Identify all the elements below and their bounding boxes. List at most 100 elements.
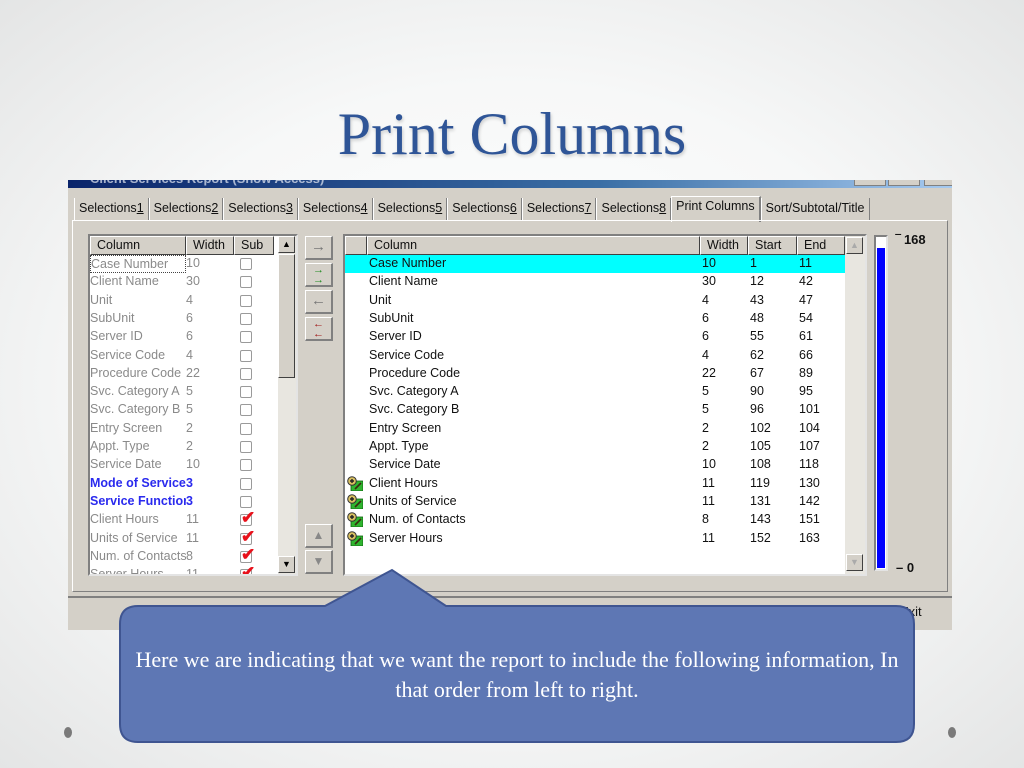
header-start[interactable]: Start (748, 236, 797, 255)
available-column-row[interactable]: Svc. Category B 5 (90, 401, 270, 419)
tab-selections-8[interactable]: Selections8 (596, 198, 672, 220)
subtotal-checkbox[interactable] (240, 477, 252, 490)
print-columns-scrollbar[interactable]: ▲ ▼ (845, 236, 865, 574)
tab-print-columns[interactable]: Print Columns (671, 196, 761, 222)
available-column-row[interactable]: Appt. Type 2 (90, 438, 270, 456)
scroll-down-icon[interactable]: ▼ (278, 556, 295, 573)
sub-cell (240, 292, 270, 310)
remove-column-button[interactable]: ← (305, 290, 333, 314)
column-width: 6 (186, 310, 193, 325)
scroll-up-icon[interactable]: ▲ (846, 237, 863, 254)
tab-sort-subtotal-title[interactable]: Sort/Subtotal/Title (760, 198, 870, 220)
column-width: 11 (702, 475, 715, 490)
print-column-row[interactable]: Units of Service 11 131 142 (345, 493, 845, 511)
available-column-row[interactable]: Server Hours 11 ✔ (90, 566, 270, 574)
subtotal-checkbox[interactable] (240, 404, 252, 417)
subtotal-checkbox[interactable] (240, 294, 252, 307)
tab-selections-5[interactable]: Selections5 (372, 198, 448, 220)
subtotal-checkbox[interactable] (240, 386, 252, 399)
subtotal-checkbox[interactable] (240, 331, 252, 344)
print-column-row[interactable]: Service Code 4 62 66 (345, 347, 845, 365)
available-column-row[interactable]: Service Code 4 (90, 347, 270, 365)
print-column-row[interactable]: Client Name 30 12 42 (345, 273, 845, 291)
print-column-row[interactable]: Server ID 6 55 61 (345, 328, 845, 346)
subtotal-checkbox[interactable]: ✔ (240, 530, 255, 545)
available-column-row[interactable]: SubUnit 6 (90, 310, 270, 328)
header-column[interactable]: Column (367, 236, 700, 255)
print-column-row[interactable]: Client Hours 11 119 130 (345, 475, 845, 493)
print-column-row[interactable]: SubUnit 6 48 54 (345, 310, 845, 328)
subtotal-checkbox[interactable] (240, 459, 252, 472)
available-column-row[interactable]: Case Number 10 (90, 255, 270, 273)
close-button[interactable] (924, 180, 952, 186)
subtotal-checkbox[interactable]: ✔ (240, 548, 255, 563)
gauge-max-label: ‾ 168 (896, 232, 926, 247)
print-column-row[interactable]: Procedure Code 22 67 89 (345, 365, 845, 383)
column-start: 96 (750, 402, 764, 417)
available-column-row[interactable]: Server ID 6 (90, 328, 270, 346)
print-column-row[interactable]: Svc. Category B 5 96 101 (345, 401, 845, 419)
scroll-down-icon[interactable]: ▼ (846, 554, 863, 571)
move-up-button[interactable]: ▲ (305, 524, 333, 548)
print-column-row[interactable]: Appt. Type 2 105 107 (345, 438, 845, 456)
available-column-row[interactable]: Client Hours 11 ✔ (90, 511, 270, 529)
sub-cell: ✔ (240, 511, 270, 529)
move-down-button[interactable]: ▼ (305, 550, 333, 574)
print-column-row[interactable]: Case Number 10 1 11 (345, 255, 845, 274)
tab-selections-6[interactable]: Selections6 (447, 198, 522, 220)
subtotal-icon (347, 494, 363, 509)
maximize-button[interactable] (888, 180, 920, 186)
remove-all-columns-button[interactable]: ← ← (305, 317, 333, 341)
print-column-row[interactable]: Svc. Category A 5 90 95 (345, 383, 845, 401)
exit-button[interactable]: Exit (900, 604, 922, 619)
sub-cell (240, 420, 270, 438)
available-columns-scrollbar[interactable]: ▲ ▼ (278, 236, 296, 574)
minimize-button[interactable] (854, 180, 886, 186)
header-sub[interactable]: Sub (234, 236, 274, 255)
available-column-row[interactable]: Entry Screen 2 (90, 420, 270, 438)
tab-selections-1[interactable]: Selections1 (74, 198, 149, 220)
print-column-row[interactable]: Server Hours 11 152 163 (345, 530, 845, 548)
tab-label: Selections (228, 201, 286, 215)
tab-selections-3[interactable]: Selections3 (223, 198, 298, 220)
header-width[interactable]: Width (700, 236, 748, 255)
available-column-row[interactable]: Unit 4 (90, 292, 270, 310)
tab-selections-2[interactable]: Selections2 (148, 198, 224, 220)
header-width[interactable]: Width (186, 236, 234, 255)
header-column[interactable]: Column (90, 236, 186, 255)
subtotal-checkbox[interactable] (240, 441, 252, 453)
row-indicator (345, 420, 369, 438)
available-column-row[interactable]: Procedure Code 22 (90, 365, 270, 383)
available-column-row[interactable]: Client Name 30 (90, 273, 270, 291)
column-width: 6 (702, 329, 709, 344)
column-name: Unit (369, 292, 392, 307)
subtotal-checkbox[interactable]: ✔ (240, 566, 255, 574)
tab-selections-7[interactable]: Selections7 (521, 198, 597, 220)
print-column-row[interactable]: Num. of Contacts 8 143 151 (345, 511, 845, 529)
subtotal-checkbox[interactable] (240, 312, 252, 325)
subtotal-checkbox[interactable] (240, 422, 252, 435)
subtotal-checkbox[interactable] (240, 495, 252, 508)
print-column-row[interactable]: Unit 4 43 47 (345, 292, 845, 310)
print-column-row[interactable]: Service Date 10 108 118 (345, 456, 845, 474)
subtotal-checkbox[interactable]: ✔ (240, 511, 255, 527)
print-column-row[interactable]: Entry Screen 2 102 104 (345, 420, 845, 438)
subtotal-checkbox[interactable] (240, 367, 252, 380)
scroll-thumb[interactable] (278, 254, 295, 378)
add-all-columns-button[interactable]: → → (305, 263, 333, 287)
scroll-up-icon[interactable]: ▲ (278, 236, 295, 253)
column-width: 4 (186, 292, 193, 307)
available-column-row[interactable]: Svc. Category A 5 (90, 383, 270, 401)
available-column-row[interactable]: Service Function 3 (90, 493, 270, 511)
available-column-row[interactable]: Mode of Service 3 (90, 475, 270, 493)
available-column-row[interactable]: Num. of Contacts 8 ✔ (90, 548, 270, 566)
add-column-button[interactable]: → (305, 236, 333, 260)
tab-selections-4[interactable]: Selections4 (297, 198, 373, 220)
subtotal-checkbox[interactable] (240, 349, 252, 362)
header-end[interactable]: End (797, 236, 845, 255)
available-column-row[interactable]: Service Date 10 (90, 456, 270, 474)
subtotal-checkbox[interactable] (240, 276, 252, 289)
row-indicator (345, 456, 369, 474)
available-column-row[interactable]: Units of Service 11 ✔ (90, 530, 270, 548)
subtotal-checkbox[interactable] (240, 258, 252, 270)
